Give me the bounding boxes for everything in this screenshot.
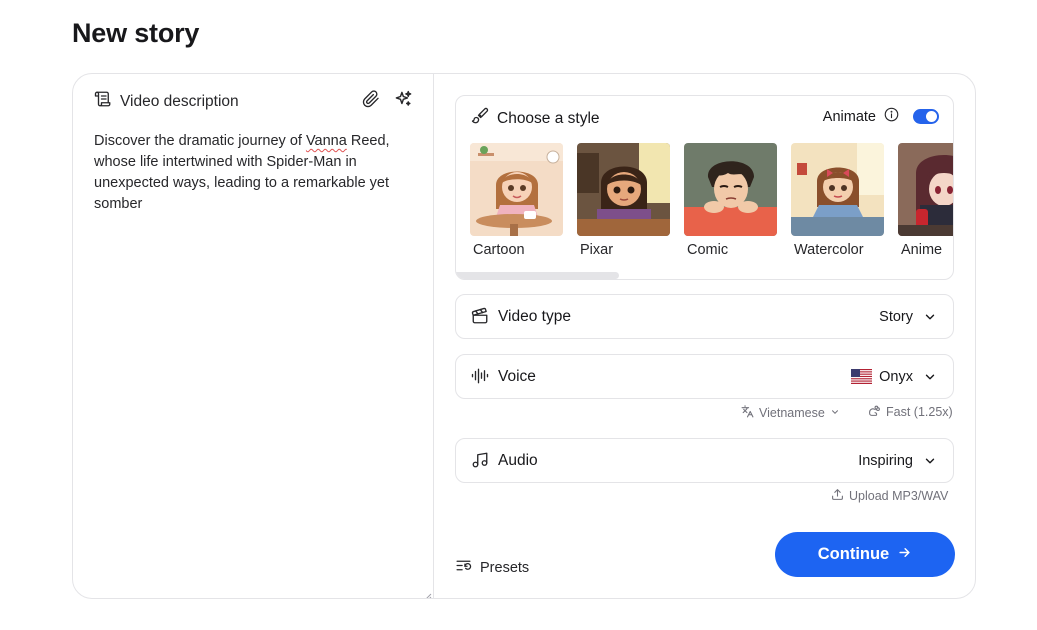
video-type-value: Story <box>879 308 913 325</box>
continue-label: Continue <box>817 545 890 563</box>
pixar-thumbnail <box>577 143 670 236</box>
style-option-cartoon[interactable]: Cartoon <box>470 143 563 258</box>
paperclip-icon[interactable] <box>361 89 381 109</box>
style-carousel[interactable]: Cartoon Pixar Comic Watercolor Anime <box>470 143 953 261</box>
animate-toggle[interactable] <box>913 109 939 124</box>
script-icon <box>94 90 112 113</box>
style-header: Choose a style <box>471 107 600 130</box>
story-card: Video description Discover the dramatic … <box>72 73 976 599</box>
description-text-start: Discover the dramatic journey of <box>94 133 306 149</box>
style-option-comic[interactable]: Comic <box>684 143 777 258</box>
music-note-icon <box>471 451 489 474</box>
description-textarea[interactable]: Discover the dramatic journey of Vanna R… <box>94 131 412 215</box>
style-label-cartoon: Cartoon <box>473 242 525 258</box>
us-flag-icon <box>851 369 872 384</box>
style-label-pixar: Pixar <box>580 242 614 258</box>
style-option-watercolor[interactable]: Watercolor <box>791 143 884 258</box>
audio-select[interactable]: Audio Inspiring <box>455 438 954 483</box>
presets-button[interactable]: Presets <box>455 557 529 578</box>
rabbit-icon <box>868 404 881 420</box>
upload-audio-link[interactable]: Upload MP3/WAV <box>831 488 948 504</box>
paintbrush-icon <box>471 107 489 130</box>
animate-control: Animate <box>823 107 939 126</box>
chevron-down-icon <box>923 310 937 329</box>
speed-value: Fast (1.25x) <box>886 405 953 419</box>
chevron-down-icon <box>830 406 840 420</box>
audio-waveform-icon <box>471 367 489 390</box>
settings-panel: Choose a style Animate Cartoon Pixar Com… <box>435 74 975 598</box>
anime-thumbnail <box>898 143 953 236</box>
voice-select[interactable]: Voice Onyx <box>455 354 954 399</box>
audio-label: Audio <box>498 451 538 469</box>
description-label: Video description <box>120 92 239 110</box>
description-header: Video description <box>94 90 239 113</box>
arrow-right-icon <box>897 545 912 565</box>
style-option-pixar[interactable]: Pixar <box>577 143 670 258</box>
language-select[interactable]: Vietnamese <box>741 405 840 421</box>
voice-label: Voice <box>498 367 536 385</box>
video-type-label: Video type <box>498 307 571 325</box>
continue-button[interactable]: Continue <box>775 532 955 577</box>
style-carousel-scrollbar[interactable] <box>456 272 619 279</box>
info-icon[interactable] <box>884 107 899 126</box>
speed-select[interactable]: Fast (1.25x) <box>868 404 953 420</box>
style-label-watercolor: Watercolor <box>794 242 864 258</box>
chevron-down-icon <box>923 454 937 473</box>
video-type-select[interactable]: Video type Story <box>455 294 954 339</box>
presets-label: Presets <box>480 559 530 576</box>
language-value: Vietnamese <box>759 406 825 420</box>
description-misspelled-word: Vanna <box>305 133 347 149</box>
watercolor-thumbnail <box>791 143 884 236</box>
resize-handle[interactable] <box>423 588 432 598</box>
page-title: New story <box>72 18 200 48</box>
style-label-comic: Comic <box>687 242 729 258</box>
upload-label: Upload MP3/WAV <box>849 489 949 503</box>
cartoon-thumbnail <box>470 143 563 236</box>
audio-value: Inspiring <box>858 452 913 469</box>
voice-value: Onyx <box>879 368 913 385</box>
style-label: Choose a style <box>497 109 600 127</box>
chevron-down-icon <box>923 370 937 389</box>
style-section: Choose a style Animate Cartoon Pixar Com… <box>455 95 954 280</box>
style-label-anime: Anime <box>901 242 943 258</box>
comic-thumbnail <box>684 143 777 236</box>
presets-icon <box>455 557 472 578</box>
description-panel: Video description Discover the dramatic … <box>73 74 434 598</box>
style-option-anime[interactable]: Anime <box>898 143 953 258</box>
clapperboard-icon <box>471 307 489 330</box>
animate-label: Animate <box>822 108 876 125</box>
sparkles-icon[interactable] <box>393 89 413 109</box>
upload-icon <box>831 488 844 504</box>
translate-icon <box>741 405 754 421</box>
